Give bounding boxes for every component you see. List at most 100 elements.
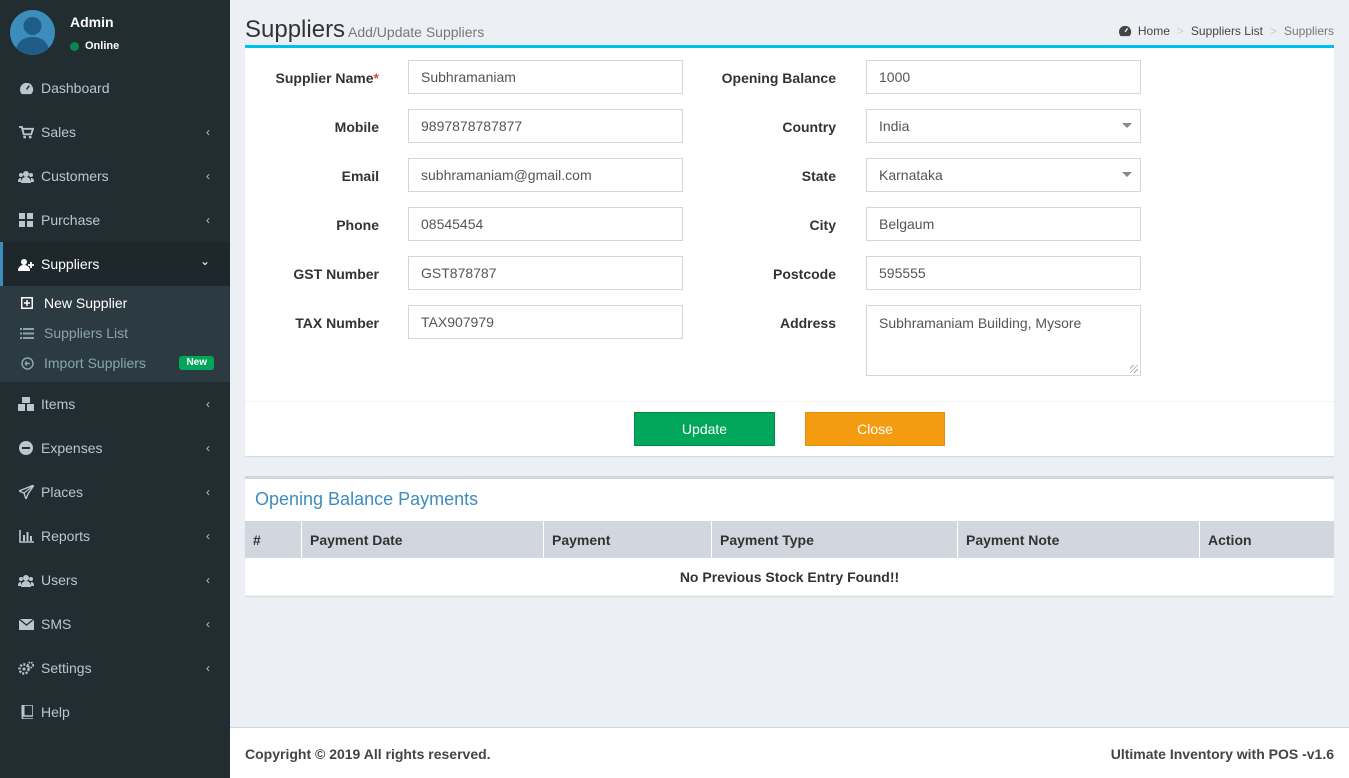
sub-item-label: Import Suppliers <box>44 355 146 371</box>
email-field[interactable]: subhramaniam@gmail.com <box>408 158 683 192</box>
postcode-field[interactable]: 595555 <box>866 256 1141 290</box>
paper-plane-icon <box>18 484 34 500</box>
close-button[interactable]: Close <box>805 412 945 446</box>
copyright-text: Copyright © 2019 All rights reserved. <box>245 746 491 762</box>
sub-item-new-supplier[interactable]: New Supplier <box>0 288 230 318</box>
sidebar-item-users[interactable]: Users ‹ <box>0 558 230 602</box>
breadcrumb-separator: > <box>1269 24 1277 38</box>
sub-item-import-suppliers[interactable]: Import Suppliers New <box>0 348 230 378</box>
new-badge: New <box>179 356 214 370</box>
sidebar-item-expenses[interactable]: Expenses ‹ <box>0 426 230 470</box>
opening-balance-label: Opening Balance <box>721 70 836 86</box>
breadcrumb-suppliers-list[interactable]: Suppliers List <box>1191 24 1263 38</box>
chevron-left-icon: ‹ <box>206 125 210 139</box>
sidebar-item-places[interactable]: Places ‹ <box>0 470 230 514</box>
phone-field[interactable]: 08545454 <box>408 207 683 241</box>
country-select[interactable]: India <box>866 109 1141 143</box>
book-icon <box>18 704 34 720</box>
column-header: Payment Note <box>958 521 1200 558</box>
breadcrumb-current: Suppliers <box>1283 24 1334 38</box>
supplier-name-field[interactable]: Subhramaniam <box>408 60 683 94</box>
sidebar-item-help[interactable]: Help <box>0 690 230 734</box>
payments-title: Opening Balance Payments <box>255 489 479 509</box>
phone-label: Phone <box>336 217 379 233</box>
required-mark: * <box>373 70 379 86</box>
sidebar: Admin Online Dashboard Sales ‹ Customers… <box>0 0 230 778</box>
chevron-left-icon: ‹ <box>206 661 210 675</box>
avatar <box>10 10 55 55</box>
page-subtitle: Add/Update Suppliers <box>348 24 485 40</box>
sidebar-item-label: Sales <box>41 124 77 140</box>
online-dot-icon <box>70 41 79 51</box>
user-plus-icon <box>18 256 34 272</box>
user-name: Admin <box>70 14 114 30</box>
page-title: Suppliers <box>245 16 346 43</box>
sidebar-item-items[interactable]: Items ‹ <box>0 382 230 426</box>
address-textarea[interactable]: Subhramaniam Building, Mysore <box>866 305 1141 376</box>
column-header: Action <box>1208 531 1252 548</box>
sidebar-item-label: Users <box>41 572 78 588</box>
breadcrumb-home[interactable]: Home <box>1138 24 1170 38</box>
empty-table-message: No Previous Stock Entry Found!! <box>245 558 1334 596</box>
opening-balance-payments: Opening Balance Payments # Payment Date … <box>245 476 1334 596</box>
chevron-left-icon: ‹ <box>206 573 210 587</box>
sidebar-item-customers[interactable]: Customers ‹ <box>0 154 230 198</box>
dashboard-icon <box>18 80 34 96</box>
chevron-left-icon: ‹ <box>206 169 210 183</box>
state-select[interactable]: Karnataka <box>866 158 1141 192</box>
gst-number-field[interactable]: GST878787 <box>408 256 683 290</box>
sidebar-item-label: Dashboard <box>41 80 110 96</box>
chevron-left-icon: ‹ <box>206 213 210 227</box>
sub-item-suppliers-list[interactable]: Suppliers List <box>0 318 230 348</box>
supplier-name-label: Supplier Name* <box>275 70 379 86</box>
state-selected-value: Karnataka <box>879 167 943 183</box>
payments-table-header: # Payment Date Payment Payment Type Paym… <box>245 521 1334 558</box>
home-icon <box>1118 25 1132 37</box>
suppliers-submenu: New Supplier Suppliers List Import Suppl… <box>0 286 230 382</box>
user-status-label: Online <box>85 40 120 52</box>
sidebar-menu-lower: Items ‹ Expenses ‹ Places ‹ Reports ‹ Us… <box>0 382 230 734</box>
city-field[interactable]: Belgaum <box>866 207 1141 241</box>
postcode-label: Postcode <box>772 266 836 282</box>
sidebar-item-purchase[interactable]: Purchase ‹ <box>0 198 230 242</box>
sidebar-item-label: Purchase <box>41 212 101 228</box>
form-footer: Update Close <box>245 401 1334 456</box>
tax-number-field[interactable]: TAX907979 <box>408 305 683 339</box>
dropdown-arrow-icon <box>1122 172 1132 177</box>
list-icon <box>20 326 34 340</box>
sub-item-label: Suppliers List <box>44 325 129 341</box>
sub-item-label: New Supplier <box>44 295 128 311</box>
mobile-field[interactable]: 9897878787877 <box>408 109 683 143</box>
breadcrumb-separator: > <box>1176 24 1184 38</box>
opening-balance-field[interactable]: 1000 <box>866 60 1141 94</box>
update-button[interactable]: Update <box>634 412 775 446</box>
column-header: Payment <box>544 521 712 558</box>
cart-icon <box>18 124 34 140</box>
chevron-left-icon: ‹ <box>206 397 210 411</box>
page-footer: Copyright © 2019 All rights reserved. Ul… <box>230 727 1349 778</box>
dropdown-arrow-icon <box>1122 123 1132 128</box>
sidebar-item-label: Places <box>41 484 84 500</box>
chevron-left-icon: ‹ <box>206 485 210 499</box>
user-status: Online <box>70 40 119 52</box>
breadcrumb: Home > Suppliers List > Suppliers <box>1118 24 1334 38</box>
chevron-down-icon: ⌄ <box>199 254 210 268</box>
sidebar-item-reports[interactable]: Reports ‹ <box>0 514 230 558</box>
resize-grip-icon[interactable] <box>1130 365 1138 373</box>
sidebar-item-sms[interactable]: SMS ‹ <box>0 602 230 646</box>
sidebar-item-label: Items <box>41 396 76 412</box>
cubes-icon <box>18 396 34 412</box>
sidebar-item-label: Settings <box>41 660 92 676</box>
sidebar-item-sales[interactable]: Sales ‹ <box>0 110 230 154</box>
cogs-icon <box>18 660 34 676</box>
chevron-left-icon: ‹ <box>206 617 210 631</box>
sidebar-item-settings[interactable]: Settings ‹ <box>0 646 230 690</box>
supplier-form: Supplier Name* Subhramaniam Mobile 98978… <box>245 45 1334 456</box>
sidebar-item-suppliers[interactable]: Suppliers ⌄ <box>0 242 230 286</box>
sidebar-item-dashboard[interactable]: Dashboard <box>0 66 230 110</box>
sidebar-menu: Dashboard Sales ‹ Customers ‹ Purchase ‹ <box>0 66 230 286</box>
version-text: Ultimate Inventory with POS -v1.6 <box>1110 746 1334 762</box>
gst-number-label: GST Number <box>293 266 379 282</box>
address-label: Address <box>779 315 836 331</box>
country-label: Country <box>782 119 836 135</box>
